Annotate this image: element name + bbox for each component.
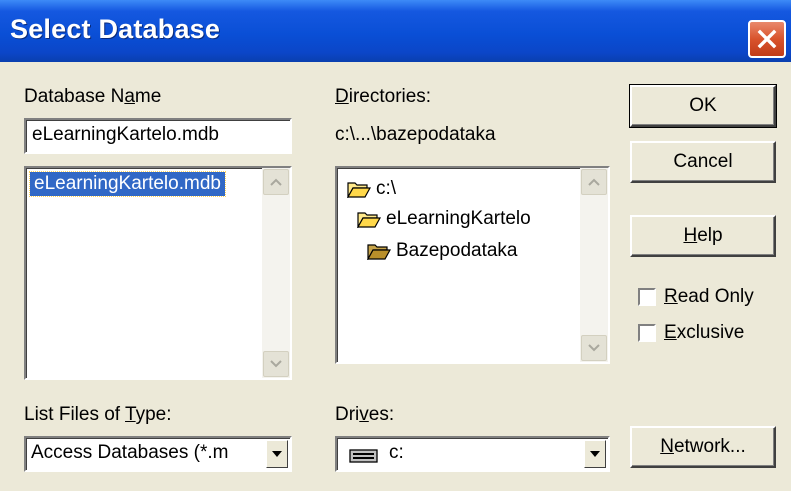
- directory-item-bazepodataka[interactable]: Bazepodataka: [367, 240, 518, 262]
- file-type-label: List Files of Type:: [24, 404, 172, 425]
- file-list-scrollbar[interactable]: [262, 168, 290, 378]
- file-list-item-selected[interactable]: eLearningKartelo.mdb: [29, 171, 226, 197]
- window-title: Select Database: [10, 14, 221, 44]
- directories-scrollbar[interactable]: [580, 168, 608, 362]
- exclusive-checkbox[interactable]: [638, 324, 656, 342]
- exclusive-option[interactable]: Exclusive: [638, 322, 744, 344]
- file-list[interactable]: eLearningKartelo.mdb: [24, 166, 292, 380]
- current-path: c:\...\bazepodataka: [335, 124, 496, 145]
- ok-button[interactable]: OK: [629, 84, 777, 128]
- open-folder-icon: [367, 244, 391, 260]
- database-name-value: eLearningKartelo.mdb: [32, 124, 219, 145]
- close-button[interactable]: [748, 20, 786, 58]
- database-name-input[interactable]: eLearningKartelo.mdb: [24, 118, 292, 154]
- database-name-label: Database Name: [24, 86, 162, 107]
- drive-icon: [349, 449, 378, 463]
- chevron-down-icon: [588, 344, 600, 352]
- drives-select[interactable]: c:: [335, 436, 610, 472]
- read-only-label: Read Only: [664, 286, 754, 307]
- drives-dropdown-button[interactable]: [584, 440, 606, 468]
- file-list-scroll-up-button[interactable]: [263, 169, 289, 195]
- directories-scroll-up-button[interactable]: [581, 169, 607, 195]
- chevron-up-icon: [270, 178, 282, 186]
- read-only-checkbox[interactable]: [638, 288, 656, 306]
- directory-item-root[interactable]: c:\: [347, 178, 396, 200]
- open-folder-icon: [357, 212, 381, 228]
- directories-scroll-down-button[interactable]: [581, 335, 607, 361]
- file-type-value: Access Databases (*.m: [31, 442, 229, 463]
- title-bar[interactable]: Select Database: [0, 0, 791, 62]
- chevron-down-icon: [270, 360, 282, 368]
- directory-item-elearningkartelo[interactable]: eLearningKartelo: [357, 208, 531, 230]
- close-icon: [757, 29, 777, 49]
- network-button[interactable]: Network...: [630, 426, 776, 468]
- chevron-up-icon: [588, 178, 600, 186]
- read-only-option[interactable]: Read Only: [638, 286, 754, 308]
- file-type-select[interactable]: Access Databases (*.m: [24, 436, 292, 472]
- drives-label: Drives:: [335, 404, 395, 425]
- directories-label: Directories:: [335, 86, 432, 107]
- dropdown-arrow-icon: [272, 451, 282, 457]
- help-button[interactable]: Help: [630, 215, 776, 257]
- file-list-scroll-down-button[interactable]: [263, 351, 289, 377]
- directories-list[interactable]: c:\ eLearningKartelo Bazepodataka: [335, 166, 610, 364]
- drives-value: c:: [389, 442, 404, 463]
- cancel-button[interactable]: Cancel: [630, 141, 776, 183]
- exclusive-label: Exclusive: [664, 322, 745, 343]
- dropdown-arrow-icon: [590, 451, 600, 457]
- file-type-dropdown-button[interactable]: [266, 440, 288, 468]
- open-folder-icon: [347, 182, 371, 198]
